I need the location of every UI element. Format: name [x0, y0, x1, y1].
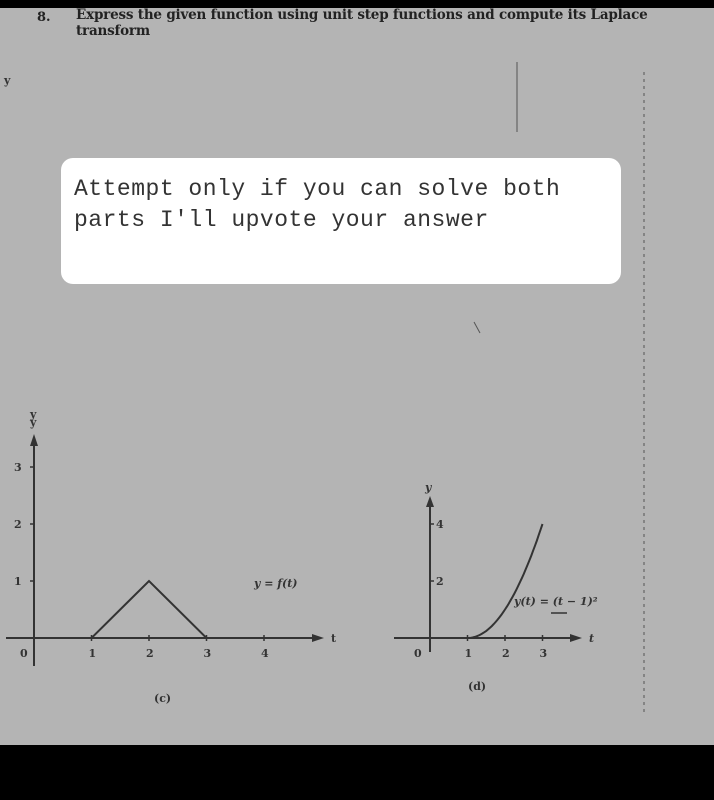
graph-c-x-label: t — [331, 632, 337, 645]
graph-d-x-tick-label: 1 — [465, 647, 473, 660]
graph-d-function-curve — [467, 523, 544, 639]
graph-c-x-arrow-icon — [312, 634, 324, 642]
graph-c-x-tick-label: 4 — [261, 647, 269, 660]
overlay-note-card: Attempt only if you can solve both parts… — [61, 158, 621, 284]
graph-c-y-arrow-icon — [30, 434, 38, 446]
graph-c-x-tick-label: 2 — [146, 647, 154, 660]
overlay-note-text: Attempt only if you can solve both parts… — [74, 176, 561, 233]
graph-d: 1 2 3 2 4 y t 0 y(t) = (t − 1)² (d) — [394, 481, 598, 693]
graph-d-caption: (d) — [468, 680, 486, 693]
scan-mark-artefact — [473, 321, 481, 334]
graph-c-y-tick-label: 3 — [14, 461, 22, 474]
graph-c-y-tick-label: 2 — [14, 518, 22, 531]
graph-d-function-label: y(t) = (t − 1)² — [513, 595, 598, 608]
graph-c-y-tick-label: 1 — [14, 575, 22, 588]
graph-d-origin-label: 0 — [414, 647, 422, 660]
graph-d-y-tick-label: 4 — [436, 518, 444, 531]
graph-d-y-label: y — [424, 481, 433, 494]
figures-canvas: y y 1 2 3 4 1 2 3 y t 0 y = f(t) (c) 1 2 3 2 4 y t… — [3, 62, 645, 715]
graph-c-caption: (c) — [154, 692, 171, 705]
graph-c-function-line — [90, 579, 208, 639]
graph-c: 1 2 3 4 1 2 3 y t 0 y = f(t) (c) — [6, 408, 337, 705]
question-text: Express the given function using unit st… — [76, 7, 648, 39]
graph-d-x-tick-label: 3 — [540, 647, 548, 660]
graph-c-y-label: y — [29, 408, 37, 421]
margin-y-label-top: y — [3, 74, 11, 87]
graph-d-x-arrow-icon — [570, 634, 582, 642]
bottom-black-bar — [0, 745, 714, 800]
graph-c-function-label: y = f(t) — [253, 577, 298, 590]
graph-c-x-tick-label: 3 — [204, 647, 212, 660]
graph-c-x-tick-label: 1 — [89, 647, 97, 660]
graph-c-origin-label: 0 — [20, 647, 28, 660]
graph-d-y-arrow-icon — [426, 496, 434, 507]
graph-d-x-tick-label: 2 — [502, 647, 510, 660]
graph-d-x-label: t — [589, 632, 594, 645]
question-number: 8. — [37, 10, 51, 25]
graph-d-y-tick-label: 2 — [436, 575, 444, 588]
